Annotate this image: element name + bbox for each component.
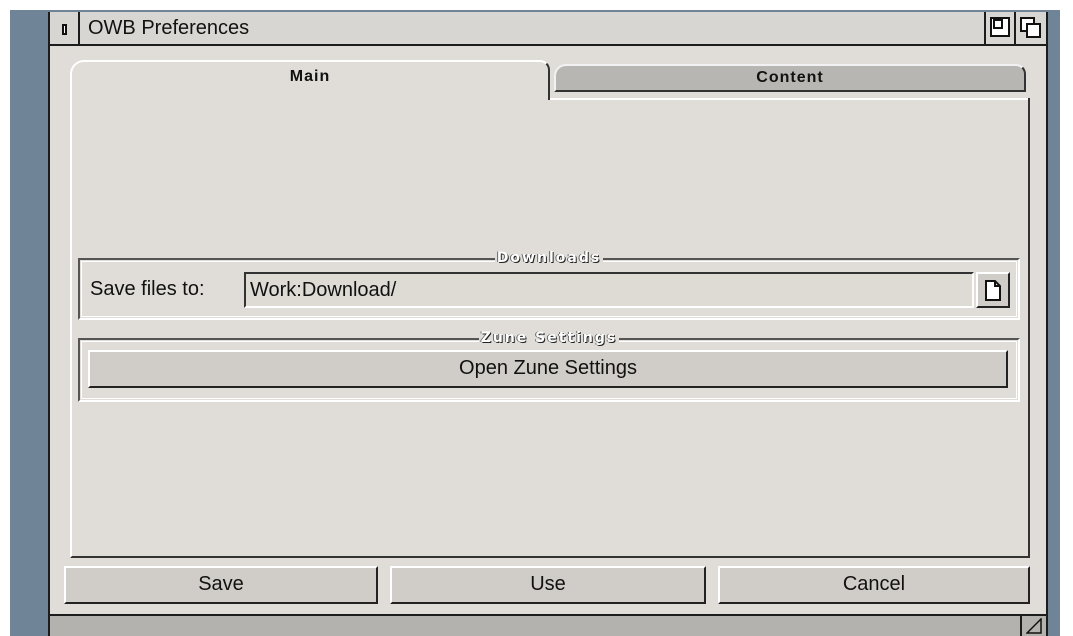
- zoom-icon: [990, 17, 1010, 37]
- zoom-button[interactable]: [984, 12, 1014, 44]
- tab-content[interactable]: Content: [554, 64, 1026, 92]
- preferences-window: OWB Preferences Main Content Downloads S…: [48, 12, 1048, 636]
- close-icon: [62, 24, 67, 35]
- tab-panel-main: [70, 98, 1030, 558]
- save-files-label: Save files to:: [90, 278, 205, 300]
- file-requester-icon: [985, 280, 1001, 301]
- downloads-group: Downloads Save files to: Work:Download/: [78, 250, 1020, 320]
- download-path-field[interactable]: Work:Download/: [244, 272, 974, 308]
- window-title: OWB Preferences: [88, 17, 250, 39]
- depth-icon: [1020, 17, 1041, 38]
- close-button[interactable]: [50, 12, 80, 44]
- tab-main[interactable]: Main: [70, 60, 550, 100]
- title-bar[interactable]: OWB Preferences: [50, 12, 1046, 46]
- open-zune-settings-button[interactable]: Open Zune Settings: [88, 350, 1008, 388]
- desktop: OWB Preferences Main Content Downloads S…: [0, 0, 1073, 636]
- cancel-button[interactable]: Cancel: [718, 566, 1030, 604]
- resize-handle[interactable]: [1020, 616, 1046, 636]
- save-button[interactable]: Save: [64, 566, 378, 604]
- use-button[interactable]: Use: [390, 566, 706, 604]
- zune-settings-group: Zune Settings Open Zune Settings: [78, 330, 1020, 402]
- tab-content-label: Content: [756, 69, 824, 86]
- tab-main-label: Main: [289, 68, 331, 85]
- depth-button[interactable]: [1014, 12, 1044, 44]
- window-bottom-border: [50, 614, 1046, 636]
- resize-icon: [1026, 618, 1042, 634]
- file-requester-button[interactable]: [976, 272, 1010, 308]
